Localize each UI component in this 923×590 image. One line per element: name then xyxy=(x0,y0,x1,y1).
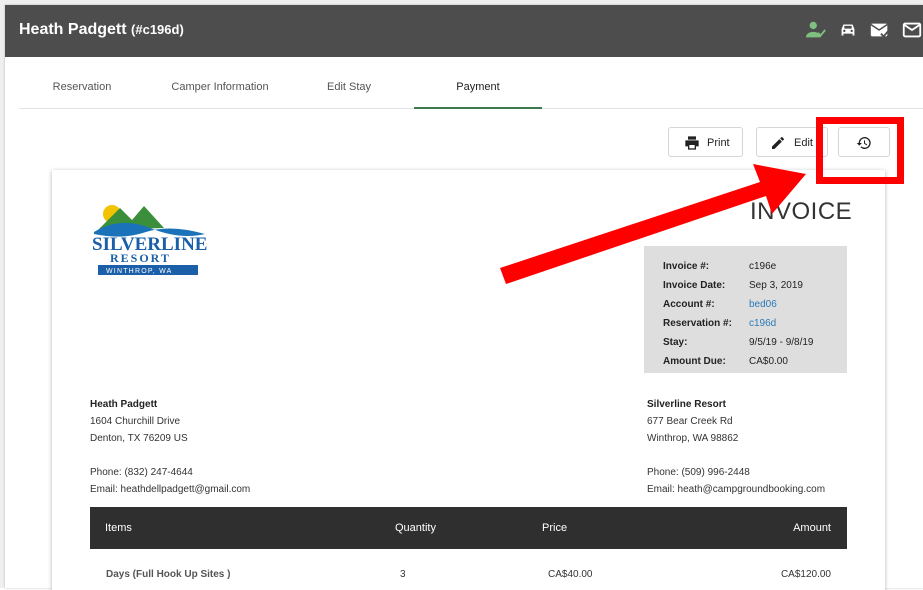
meta-value: Sep 3, 2019 xyxy=(749,280,803,291)
mail-check-icon[interactable] xyxy=(869,19,891,41)
meta-value: CA$0.00 xyxy=(749,356,788,367)
col-amount: Amount xyxy=(793,522,831,534)
meta-value: c196e xyxy=(749,261,777,272)
meta-key: Reservation #: xyxy=(663,318,732,329)
meta-value: 9/5/19 - 9/8/19 xyxy=(749,337,814,348)
print-button[interactable]: Print xyxy=(668,127,743,157)
account-link[interactable]: bed06 xyxy=(749,299,777,310)
bill-to-city: Denton, TX 76209 US xyxy=(90,433,188,444)
silverline-resort-logo: SILVERLINE RESORT WINTHROP, WA xyxy=(92,205,207,275)
col-items: Items xyxy=(105,522,132,534)
items-table-header: Items Quantity Price Amount xyxy=(90,507,847,549)
annotation-highlight-box xyxy=(816,117,904,184)
invoice-meta-box: Invoice #: c196e Invoice Date: Sep 3, 20… xyxy=(644,246,847,373)
from-city: Winthrop, WA 98862 xyxy=(647,433,739,444)
row-amount: CA$120.00 xyxy=(780,569,831,580)
panel-header: Heath Padgett (#c196d) xyxy=(5,5,923,57)
invoice-heading: INVOICE xyxy=(750,198,853,225)
app-background: Heath Padgett (#c196d) Reservation Campe… xyxy=(0,0,923,590)
edit-label: Edit xyxy=(794,137,813,149)
bill-to-name: Heath Padgett xyxy=(90,399,158,410)
col-price: Price xyxy=(542,522,568,534)
bill-to-phone: Phone: (832) 247-4644 xyxy=(90,467,193,478)
row-item: Days (Full Hook Up Sites ) xyxy=(106,569,231,580)
row-price: CA$40.00 xyxy=(548,569,593,580)
from-email: Email: heath@campgroundbooking.com xyxy=(647,484,826,495)
from-phone: Phone: (509) 996-2448 xyxy=(647,467,750,478)
from-street: 677 Bear Creek Rd xyxy=(647,416,733,427)
car-icon[interactable] xyxy=(837,19,859,41)
bill-to-email: Email: heathdellpadgett@gmail.com xyxy=(90,484,251,495)
table-row: Days (Full Hook Up Sites ) 3 CA$40.00 CA… xyxy=(90,565,847,585)
bill-to-address: Heath Padgett 1604 Churchill Drive Dento… xyxy=(90,396,250,498)
row-quantity: 3 xyxy=(400,569,406,580)
logo-text-resort: RESORT xyxy=(110,251,171,265)
guest-name: Heath Padgett xyxy=(19,21,127,38)
meta-key: Account #: xyxy=(663,299,715,310)
tab-camper-information[interactable]: Camper Information xyxy=(159,69,281,109)
bill-to-street: 1604 Churchill Drive xyxy=(90,416,181,427)
tab-payment[interactable]: Payment xyxy=(414,69,542,109)
meta-key: Stay: xyxy=(663,337,688,348)
invoice-sheet: SILVERLINE RESORT WINTHROP, WA INVOICE I… xyxy=(52,170,885,590)
meta-key: Invoice #: xyxy=(663,261,710,272)
tab-reservation[interactable]: Reservation xyxy=(39,69,125,109)
tab-edit-stay[interactable]: Edit Stay xyxy=(319,69,379,109)
from-name: Silverline Resort xyxy=(647,399,726,410)
reservation-link[interactable]: c196d xyxy=(749,318,776,329)
col-quantity: Quantity xyxy=(395,522,436,534)
tab-bar: Reservation Camper Information Edit Stay… xyxy=(19,69,923,109)
from-address: Silverline Resort 677 Bear Creek Rd Wint… xyxy=(647,396,825,498)
print-label: Print xyxy=(707,137,730,149)
mail-icon[interactable] xyxy=(901,19,923,41)
logo-text-location: WINTHROP, WA xyxy=(106,268,173,275)
meta-key: Invoice Date: xyxy=(663,280,726,291)
reservation-id: (#c196d) xyxy=(131,22,184,37)
pencil-icon xyxy=(772,137,784,149)
person-check-icon[interactable] xyxy=(805,19,827,41)
print-icon xyxy=(685,136,699,150)
page-title: Heath Padgett (#c196d) xyxy=(19,21,184,39)
meta-key: Amount Due: xyxy=(663,356,726,367)
